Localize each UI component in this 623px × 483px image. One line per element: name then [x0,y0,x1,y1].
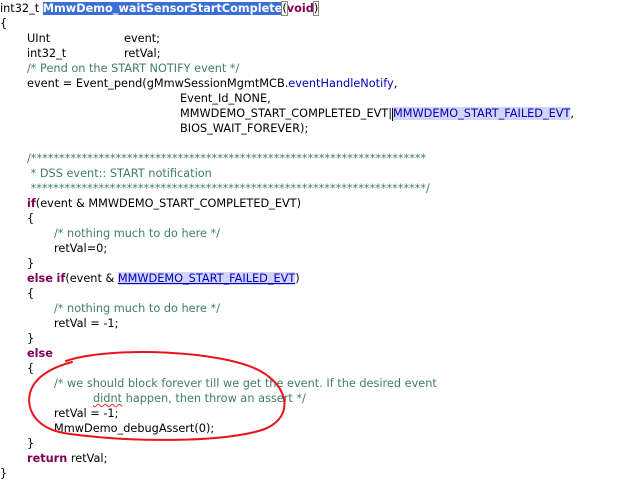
highlighted-identifier[interactable]: MMWDEMO_START_FAILED_EVT [117,272,296,285]
code-line-debug-assert[interactable]: MmwDemo_debugAssert(0); [54,421,214,436]
code-line-function-signature[interactable]: int32_t MmwDemo_waitSensorStartComplete(… [0,1,320,16]
code-line-comment-border-top[interactable]: /***************************************… [27,151,426,166]
else-keyword: else [27,272,53,285]
code-line-comment-didnt-happen[interactable]: didnt happen, then throw an assert */ [93,391,306,406]
code-text: , [393,77,398,90]
type-uint: UInt [27,32,51,45]
field-event-handle-notify: eventHandleNotify [288,77,394,90]
code-line-retval-zero[interactable]: retVal=0; [54,241,107,256]
code-line-brace[interactable]: } [27,256,34,271]
code-text: retVal = -1; [54,317,119,330]
code-text: , [570,107,574,120]
code-editor[interactable]: { "code": { "l01_type": "int32_t ", "l01… [0,0,623,483]
code-line-decl-event[interactable]: UInt event; [27,31,160,46]
code-line-else[interactable]: else [27,346,53,361]
code-text: (event & [65,272,118,285]
brace: { [0,17,8,30]
code-text: retVal = -1; [54,407,119,420]
var-event: event; [124,32,160,45]
comment: /* we should block forever till we get t… [54,377,437,390]
return-keyword: return [27,452,68,465]
code-line-open-brace[interactable]: { [0,16,7,31]
code-line-comment-dss[interactable]: * DSS event:: START notification [27,166,212,181]
if-keyword: if [56,272,66,285]
code-text: MmwDemo_debugAssert(0); [54,422,215,435]
code-line-brace[interactable]: { [27,211,34,226]
code-text: Event_Id_NONE, [180,92,271,105]
code-line-if-completed[interactable]: if(event & MMWDEMO_START_COMPLETED_EVT) [27,196,301,211]
code-line-return[interactable]: return retVal; [27,451,107,466]
code-text: retVal; [67,452,108,465]
code-line-comment-nothing[interactable]: /* nothing much to do here */ [54,226,220,241]
comment: /* Pend on the START NOTIFY event */ [27,62,240,75]
else-keyword: else [27,347,53,360]
brace: } [27,437,35,450]
comment: /* nothing much to do here */ [54,227,221,240]
type-int32: int32_t [27,47,67,60]
code-line-comment-pend[interactable]: /* Pend on the START NOTIFY event */ [27,61,239,76]
code-line-brace[interactable]: } [27,436,34,451]
code-text: BIOS_WAIT_FOREVER); [180,122,309,135]
brace: } [27,257,35,270]
code-line-bios-wait[interactable]: BIOS_WAIT_FOREVER); [180,121,308,136]
var-retval: retVal; [124,47,161,60]
code-text: event = Event_pend(gMmwSessionMgmtMCB. [27,77,289,90]
brace: { [27,212,35,225]
code-line-comment-nothing[interactable]: /* nothing much to do here */ [54,301,220,316]
brace: } [0,467,8,480]
code-line-brace[interactable]: { [27,286,34,301]
brace: } [27,332,35,345]
selected-function-name[interactable]: MmwDemo_waitSensorStartComplete [42,2,283,15]
code-line-comment-block-forever[interactable]: /* we should block forever till we get t… [54,376,437,391]
code-line-else-if-failed[interactable]: else if(event & MMWDEMO_START_FAILED_EVT… [27,271,300,286]
code-line-comment-border-bottom[interactable]: ****************************************… [27,181,430,196]
misspelled-word: didnt [93,392,123,405]
code-text: retVal=0; [54,242,108,255]
code-text: MMWDEMO_START_COMPLETED_EVT| [180,107,393,120]
code-line-retval-minus-one[interactable]: retVal = -1; [54,406,118,421]
code-line-event-id-none[interactable]: Event_Id_NONE, [180,91,271,106]
comment: * DSS event:: START notification [27,167,212,180]
code-line-event-pend[interactable]: event = Event_pend(gMmwSessionMgmtMCB.ev… [27,76,397,91]
code-text: (event & MMWDEMO_START_COMPLETED_EVT) [35,197,301,210]
brace: { [27,362,35,375]
code-text: ) [295,272,300,285]
code-line-brace[interactable]: { [27,361,34,376]
return-type: int32_t [0,2,43,15]
comment: happen, then throw an assert */ [122,392,306,405]
comment: /* nothing much to do here */ [54,302,221,315]
void-keyword: void [286,2,314,15]
comment: /***************************************… [27,152,427,165]
if-keyword: if [27,197,36,210]
close-paren: ) [312,1,320,16]
code-line-retval-minus-one[interactable]: retVal = -1; [54,316,118,331]
highlighted-identifier[interactable]: MMWDEMO_START_FAILED_EVT [393,107,571,120]
code-line-decl-retval[interactable]: int32_t retVal; [27,46,161,61]
brace: { [27,287,35,300]
code-line-brace[interactable]: } [27,331,34,346]
code-line-event-mask[interactable]: MMWDEMO_START_COMPLETED_EVT|MMWDEMO_STAR… [180,106,574,121]
comment: ****************************************… [27,182,430,195]
code-line-close-brace[interactable]: } [0,466,7,481]
